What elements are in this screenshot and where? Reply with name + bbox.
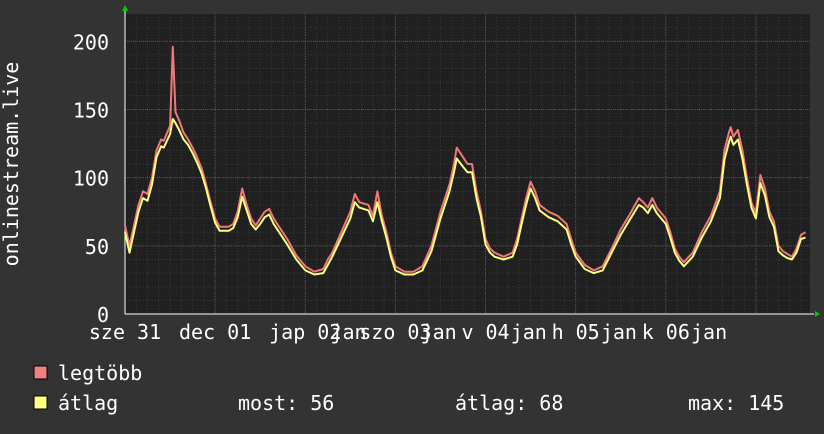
x-tick-label: sze 31 <box>89 320 161 344</box>
legend: legtöbb átlag most: 56 átlag: 68 max: 14… <box>33 361 784 415</box>
chart-container: 0 50 100 150 200 sze 31 dec 01 jap 02 jan szo 03… <box>0 0 824 430</box>
legend-label-max: legtöbb <box>58 361 142 385</box>
y-tick-label: 100 <box>73 167 109 191</box>
y-tick-label: 150 <box>73 98 109 122</box>
stat-now: most: 56 <box>238 391 334 415</box>
chart-svg: 050100150200 sze 31 dec 01 jap 02janszo 03… <box>0 5 820 415</box>
x-tick-label: dec 01 <box>179 320 251 344</box>
y-tick-label: 200 <box>73 30 109 54</box>
legend-swatch-max <box>33 365 48 380</box>
x-tick-label: jan <box>691 320 727 344</box>
legend-label-avg: átlag <box>58 391 118 415</box>
x-tick-labels: sze 31 dec 01 jap 02janszo 03jan v 04 jan h 0… <box>89 320 727 344</box>
x-tick-label: jan <box>421 320 457 344</box>
x-axis-arrow <box>815 311 820 317</box>
x-tick-label: v 04 <box>461 320 509 344</box>
x-tick-label: jan <box>511 320 547 344</box>
y-tick-labels: 050100150200 <box>73 30 109 327</box>
stat-avg: átlag: 68 <box>455 391 563 415</box>
y-axis-arrow <box>122 5 128 11</box>
stat-max: max: 145 <box>688 391 784 415</box>
legend-swatch-avg <box>33 395 48 410</box>
x-tick-label: k 06 <box>642 320 690 344</box>
x-tick-label: h 05 <box>552 320 600 344</box>
y-axis-label: onlinestream.live <box>0 62 23 267</box>
x-tick-label: jan <box>601 320 637 344</box>
y-tick-label: 50 <box>85 235 109 259</box>
